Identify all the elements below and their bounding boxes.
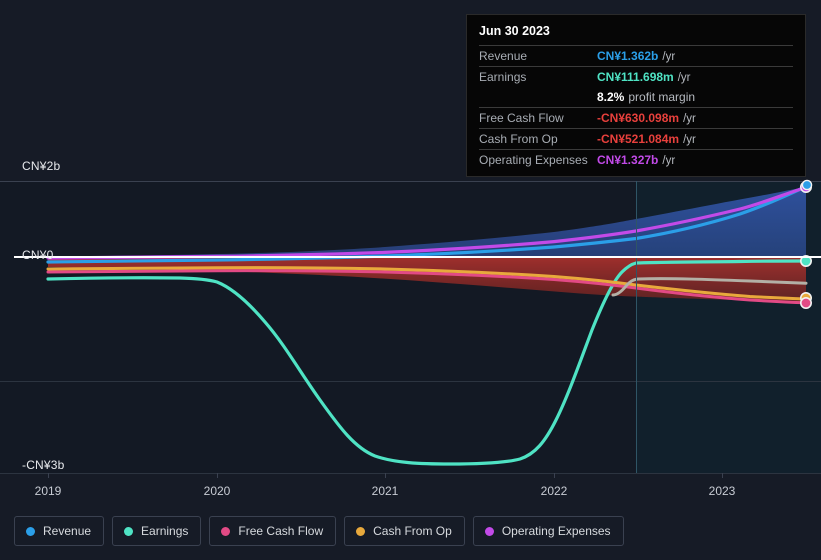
x-axis-label-2021: 2021 <box>371 484 399 498</box>
tooltip-unit-earnings: /yr <box>677 72 691 84</box>
x-axis-tickmark-2020 <box>217 473 218 478</box>
tooltip-unit-profit-margin: profit margin <box>628 90 696 104</box>
x-axis-tickmark-2023 <box>722 473 723 478</box>
chart-legend: Revenue Earnings Free Cash Flow Cash Fro… <box>14 516 624 546</box>
tooltip-row-operating-expenses: Operating Expenses CN¥1.327b /yr <box>479 149 793 170</box>
tooltip-unit-cash-from-op: /yr <box>683 134 696 146</box>
tooltip-unit-revenue: /yr <box>662 51 676 63</box>
tooltip-value-operating-expenses: CN¥1.327b <box>597 153 659 167</box>
y-axis-label-zero: CN¥0 <box>22 248 54 262</box>
tooltip-value-earnings: CN¥111.698m <box>597 70 674 84</box>
x-axis-tickmark-2019 <box>48 473 49 478</box>
legend-label-earnings: Earnings <box>141 524 189 538</box>
legend-label-revenue: Revenue <box>43 524 92 538</box>
tooltip-date: Jun 30 2023 <box>479 24 550 38</box>
legend-item-cash-from-op[interactable]: Cash From Op <box>344 516 465 546</box>
legend-swatch-free-cash-flow-icon <box>221 526 231 536</box>
legend-label-operating-expenses: Operating Expenses <box>501 524 611 538</box>
x-axis-label-2023: 2023 <box>708 484 736 498</box>
tooltip-row-free-cash-flow: Free Cash Flow -CN¥630.098m /yr <box>479 107 793 128</box>
x-axis-tickmark-2022 <box>554 473 555 478</box>
legend-item-earnings[interactable]: Earnings <box>112 516 202 546</box>
tooltip-value-profit-margin: 8.2% <box>597 90 625 104</box>
tooltip-value-revenue: CN¥1.362b <box>597 49 659 63</box>
tooltip-label-operating-expenses: Operating Expenses <box>479 153 588 167</box>
x-axis-tickmark-2021 <box>385 473 386 478</box>
tooltip-row-earnings: Earnings CN¥111.698m /yr <box>479 66 793 87</box>
endpoint-revenue <box>801 179 813 191</box>
tooltip-value-cash-from-op: -CN¥521.084m <box>597 132 680 146</box>
chart-tooltip: Jun 30 2023 Revenue CN¥1.362b /yr Earnin… <box>466 14 806 177</box>
tooltip-label-earnings: Earnings <box>479 70 527 84</box>
tooltip-unit-free-cash-flow: /yr <box>683 113 696 125</box>
tooltip-row-cash-from-op: Cash From Op -CN¥521.084m /yr <box>479 128 793 149</box>
forecast-divider-line <box>636 181 637 473</box>
financial-chart-page: CN¥2b CN¥0 -CN¥3b 2019 2020 2021 2022 20… <box>0 0 821 560</box>
y-axis-label-top: CN¥2b <box>22 159 61 173</box>
legend-label-cash-from-op: Cash From Op <box>373 524 452 538</box>
area-revenue-fill <box>48 187 806 257</box>
legend-item-free-cash-flow[interactable]: Free Cash Flow <box>209 516 337 546</box>
y-axis-label-bottom: -CN¥3b <box>22 458 65 472</box>
legend-swatch-earnings-icon <box>124 526 134 536</box>
tooltip-unit-operating-expenses: /yr <box>662 155 676 167</box>
tooltip-value-free-cash-flow: -CN¥630.098m <box>597 111 680 125</box>
tooltip-label-cash-from-op: Cash From Op <box>479 132 558 146</box>
x-axis-label-2019: 2019 <box>34 484 62 498</box>
tooltip-label-revenue: Revenue <box>479 49 528 63</box>
legend-item-revenue[interactable]: Revenue <box>14 516 105 546</box>
legend-label-free-cash-flow: Free Cash Flow <box>238 524 324 538</box>
x-axis-label-2022: 2022 <box>540 484 568 498</box>
tooltip-label-free-cash-flow: Free Cash Flow <box>479 111 564 125</box>
tooltip-row-revenue: Revenue CN¥1.362b /yr <box>479 45 793 66</box>
legend-item-operating-expenses[interactable]: Operating Expenses <box>472 516 624 546</box>
tooltip-row-profit-margin: 8.2% profit margin <box>479 87 793 107</box>
endpoint-free-cash-flow <box>799 296 812 309</box>
legend-swatch-revenue-icon <box>26 526 35 536</box>
x-axis-label-2020: 2020 <box>203 484 231 498</box>
legend-swatch-operating-expenses-icon <box>484 526 494 536</box>
legend-swatch-cash-from-op-icon <box>356 526 366 536</box>
zero-baseline <box>14 256 821 258</box>
